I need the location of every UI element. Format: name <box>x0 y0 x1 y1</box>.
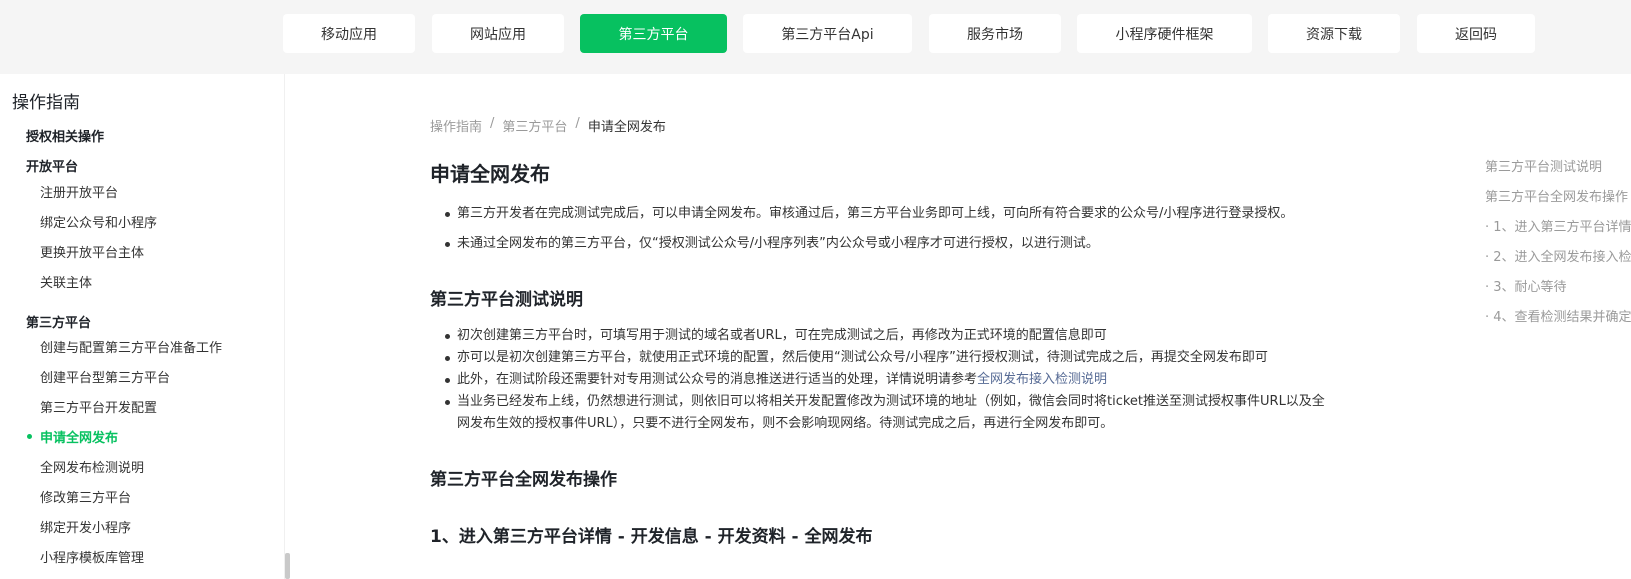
test-item: 当业务已经发布上线，仍然想进行测试，则依旧可以将相关开发配置修改为测试环境的地址… <box>457 394 1325 409</box>
tab-mobile-app[interactable]: 移动应用 <box>283 14 415 53</box>
sidebar-item-template-library[interactable]: 小程序模板库管理 <box>40 547 144 566</box>
breadcrumb-third-party[interactable]: 第三方平台 <box>502 116 567 135</box>
table-of-contents: 第三方平台测试说明 第三方平台全网发布操作 · 1、进入第三方平台详情 - 开发… <box>1485 74 1631 579</box>
toc-item[interactable]: · 3、耐心等待 <box>1485 276 1567 295</box>
step-1-title: 1、进入第三方平台详情 - 开发信息 - 开发资料 - 全网发布 <box>430 527 873 547</box>
page-title: 申请全网发布 <box>430 162 550 186</box>
test-item-continued: 网发布生效的授权事件URL），只要不进行全网发布，则不会影响现网络。待测试完成之… <box>457 416 1114 431</box>
section-test-title: 第三方平台测试说明 <box>430 290 583 310</box>
tab-third-party-platform[interactable]: 第三方平台 <box>580 14 727 53</box>
sidebar-item-create-platform-type[interactable]: 创建平台型第三方平台 <box>40 367 170 386</box>
breadcrumb-separator: / <box>490 116 495 131</box>
bullet-icon <box>445 378 450 383</box>
top-navigation-bar: 移动应用 网站应用 第三方平台 第三方平台Api 服务市场 小程序硬件框架 资源… <box>0 0 1631 74</box>
sidebar-item-dev-config[interactable]: 第三方平台开发配置 <box>40 397 157 416</box>
sidebar-item-create-prep[interactable]: 创建与配置第三方平台准备工作 <box>40 337 222 356</box>
tab-service-market[interactable]: 服务市场 <box>929 14 1061 53</box>
bullet-icon <box>445 334 450 339</box>
tab-website-app[interactable]: 网站应用 <box>432 14 564 53</box>
bullet-icon <box>445 400 450 405</box>
toc-item[interactable]: · 2、进入全网发布接入检测 <box>1485 246 1631 265</box>
bullet-icon <box>445 242 450 247</box>
test-item: 初次创建第三方平台时，可填写用于测试的域名或者URL，可在完成测试之后，再修改为… <box>457 328 1107 343</box>
intro-item: 第三方开发者在完成测试完成后，可以申请全网发布。审核通过后，第三方平台业务即可上… <box>457 206 1294 221</box>
sidebar-item-linked-entity[interactable]: 关联主体 <box>40 272 92 291</box>
breadcrumb-separator: / <box>575 116 580 131</box>
bullet-icon <box>445 356 450 361</box>
test-item: 亦可以是初次创建第三方平台，就使用正式环境的配置，然后使用“测试公众号/小程序”… <box>457 350 1268 365</box>
sidebar-item-apply-release[interactable]: 申请全网发布 <box>40 427 118 446</box>
active-bullet-icon <box>27 434 32 439</box>
tab-return-codes[interactable]: 返回码 <box>1417 14 1535 53</box>
sidebar-item-bind-dev-miniprogram[interactable]: 绑定开发小程序 <box>40 517 131 536</box>
toc-item[interactable]: · 4、查看检测结果并确定 <box>1485 306 1631 325</box>
sidebar-item-third-party-platform[interactable]: 第三方平台 <box>26 312 91 331</box>
bullet-icon <box>445 212 450 217</box>
test-item-text: 此外，在测试阶段还需要针对专用测试公众号的消息推送进行适当的处理，详情说明请参考 <box>457 372 978 387</box>
tab-resource-download[interactable]: 资源下载 <box>1268 14 1400 53</box>
section-release-title: 第三方平台全网发布操作 <box>430 470 617 490</box>
sidebar-item-change-owner[interactable]: 更换开放平台主体 <box>40 242 144 261</box>
test-item: 此外，在测试阶段还需要针对专用测试公众号的消息推送进行适当的处理，详情说明请参考… <box>457 369 1107 391</box>
tab-third-party-api[interactable]: 第三方平台Api <box>743 14 912 53</box>
sidebar-title: 操作指南 <box>12 93 80 113</box>
sidebar-item-bind-account[interactable]: 绑定公众号和小程序 <box>40 212 157 231</box>
sidebar-item-open-platform[interactable]: 开放平台 <box>26 156 78 175</box>
sidebar: 操作指南 授权相关操作 开放平台 注册开放平台 绑定公众号和小程序 更换开放平台… <box>0 74 284 579</box>
toc-item[interactable]: · 1、进入第三方平台详情 - 开发信息 - 开发资料 - 全网发布 <box>1485 216 1631 235</box>
breadcrumb-current: 申请全网发布 <box>587 120 666 135</box>
intro-item: 未通过全网发布的第三方平台，仅“授权测试公众号/小程序列表”内公众号或小程序才可… <box>457 236 1099 251</box>
breadcrumb: 操作指南 / 第三方平台 / 申请全网发布 <box>430 116 666 135</box>
toc-item[interactable]: 第三方平台测试说明 <box>1485 156 1602 175</box>
breadcrumb-guide[interactable]: 操作指南 <box>430 116 482 135</box>
main-content: 操作指南 / 第三方平台 / 申请全网发布 申请全网发布 第三方开发者在完成测试… <box>285 74 1631 579</box>
release-check-link[interactable]: 全网发布接入检测说明 <box>977 372 1107 387</box>
sidebar-item-auth-operations[interactable]: 授权相关操作 <box>26 126 104 145</box>
sidebar-item-release-check[interactable]: 全网发布检测说明 <box>40 457 144 476</box>
sidebar-item-register-open-platform[interactable]: 注册开放平台 <box>40 182 118 201</box>
tab-miniprogram-hardware[interactable]: 小程序硬件框架 <box>1077 14 1252 53</box>
sidebar-item-modify-platform[interactable]: 修改第三方平台 <box>40 487 131 506</box>
toc-item[interactable]: 第三方平台全网发布操作 <box>1485 186 1628 205</box>
